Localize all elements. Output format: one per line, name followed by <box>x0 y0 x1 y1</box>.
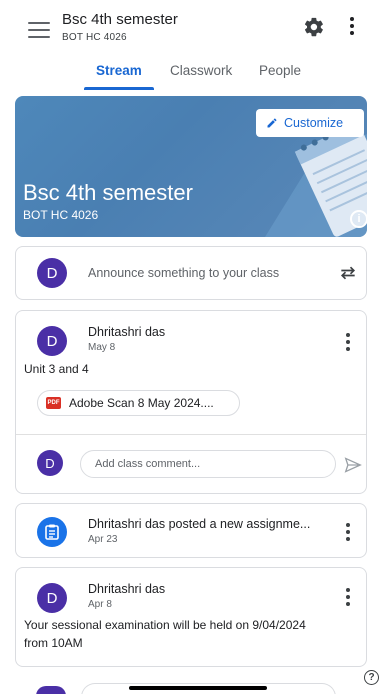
more-options-icon[interactable] <box>348 17 356 37</box>
home-indicator[interactable] <box>129 686 267 690</box>
active-tab-indicator <box>84 87 154 90</box>
post-author: Dhritashri das <box>88 582 166 596</box>
post-date: Apr 8 <box>88 599 112 610</box>
post-text-line2: from 10AM <box>24 636 83 650</box>
post-card: D Dhritashri das Apr 8 Your sessional ex… <box>15 567 367 667</box>
class-comment-input[interactable]: Add class comment... <box>80 450 336 478</box>
pencil-icon <box>267 118 277 128</box>
attachment-name: Adobe Scan 8 May 2024.... <box>69 396 214 410</box>
class-code: BOT HC 4026 <box>62 32 127 43</box>
assignment-title: Dhritashri das posted a new assignme... <box>88 517 311 531</box>
banner-subtitle: BOT HC 4026 <box>23 208 99 222</box>
post-text-line1: Your sessional examination will be held … <box>24 618 306 632</box>
tab-classwork[interactable]: Classwork <box>170 63 232 78</box>
attachment-chip[interactable]: PDF Adobe Scan 8 May 2024.... <box>37 390 240 416</box>
menu-icon[interactable] <box>28 22 50 38</box>
banner-title: Bsc 4th semester <box>23 180 193 205</box>
avatar: D <box>37 326 67 356</box>
settings-gear-icon[interactable] <box>303 16 325 38</box>
post-more-icon[interactable] <box>344 333 352 353</box>
tab-people[interactable]: People <box>259 63 301 78</box>
send-icon[interactable] <box>344 457 362 473</box>
info-icon[interactable]: i <box>350 210 367 228</box>
post-date: Apr 23 <box>88 534 118 545</box>
help-icon[interactable]: ? <box>364 670 379 685</box>
post-more-icon[interactable] <box>344 523 352 543</box>
assignment-card[interactable]: Dhritashri das posted a new assignme... … <box>15 503 367 558</box>
customize-label: Customize <box>284 116 344 130</box>
class-banner: Customize Bsc 4th semester BOT HC 4026 i <box>15 96 367 237</box>
post-text: Unit 3 and 4 <box>24 362 89 376</box>
divider <box>16 434 366 435</box>
announce-card[interactable]: D Announce something to your class <box>15 246 367 300</box>
app-bar: Bsc 4th semester BOT HC 4026 <box>0 0 382 56</box>
avatar: D <box>37 583 67 613</box>
repost-icon[interactable] <box>338 263 358 283</box>
assignment-icon <box>37 517 67 547</box>
post-more-icon[interactable] <box>344 588 352 608</box>
pdf-icon: PDF <box>46 397 61 409</box>
post-date: May 8 <box>88 342 116 353</box>
tab-bar: Stream Classwork People <box>0 58 382 92</box>
avatar <box>36 686 66 694</box>
avatar: D <box>37 258 67 288</box>
post-card: D Dhritashri das May 8 Unit 3 and 4 PDF … <box>15 310 367 494</box>
tab-stream[interactable]: Stream <box>96 63 142 78</box>
post-author: Dhritashri das <box>88 325 166 339</box>
announce-placeholder[interactable]: Announce something to your class <box>88 266 279 280</box>
class-title: Bsc 4th semester <box>62 11 178 28</box>
avatar: D <box>37 450 63 476</box>
customize-button[interactable]: Customize <box>256 109 364 137</box>
